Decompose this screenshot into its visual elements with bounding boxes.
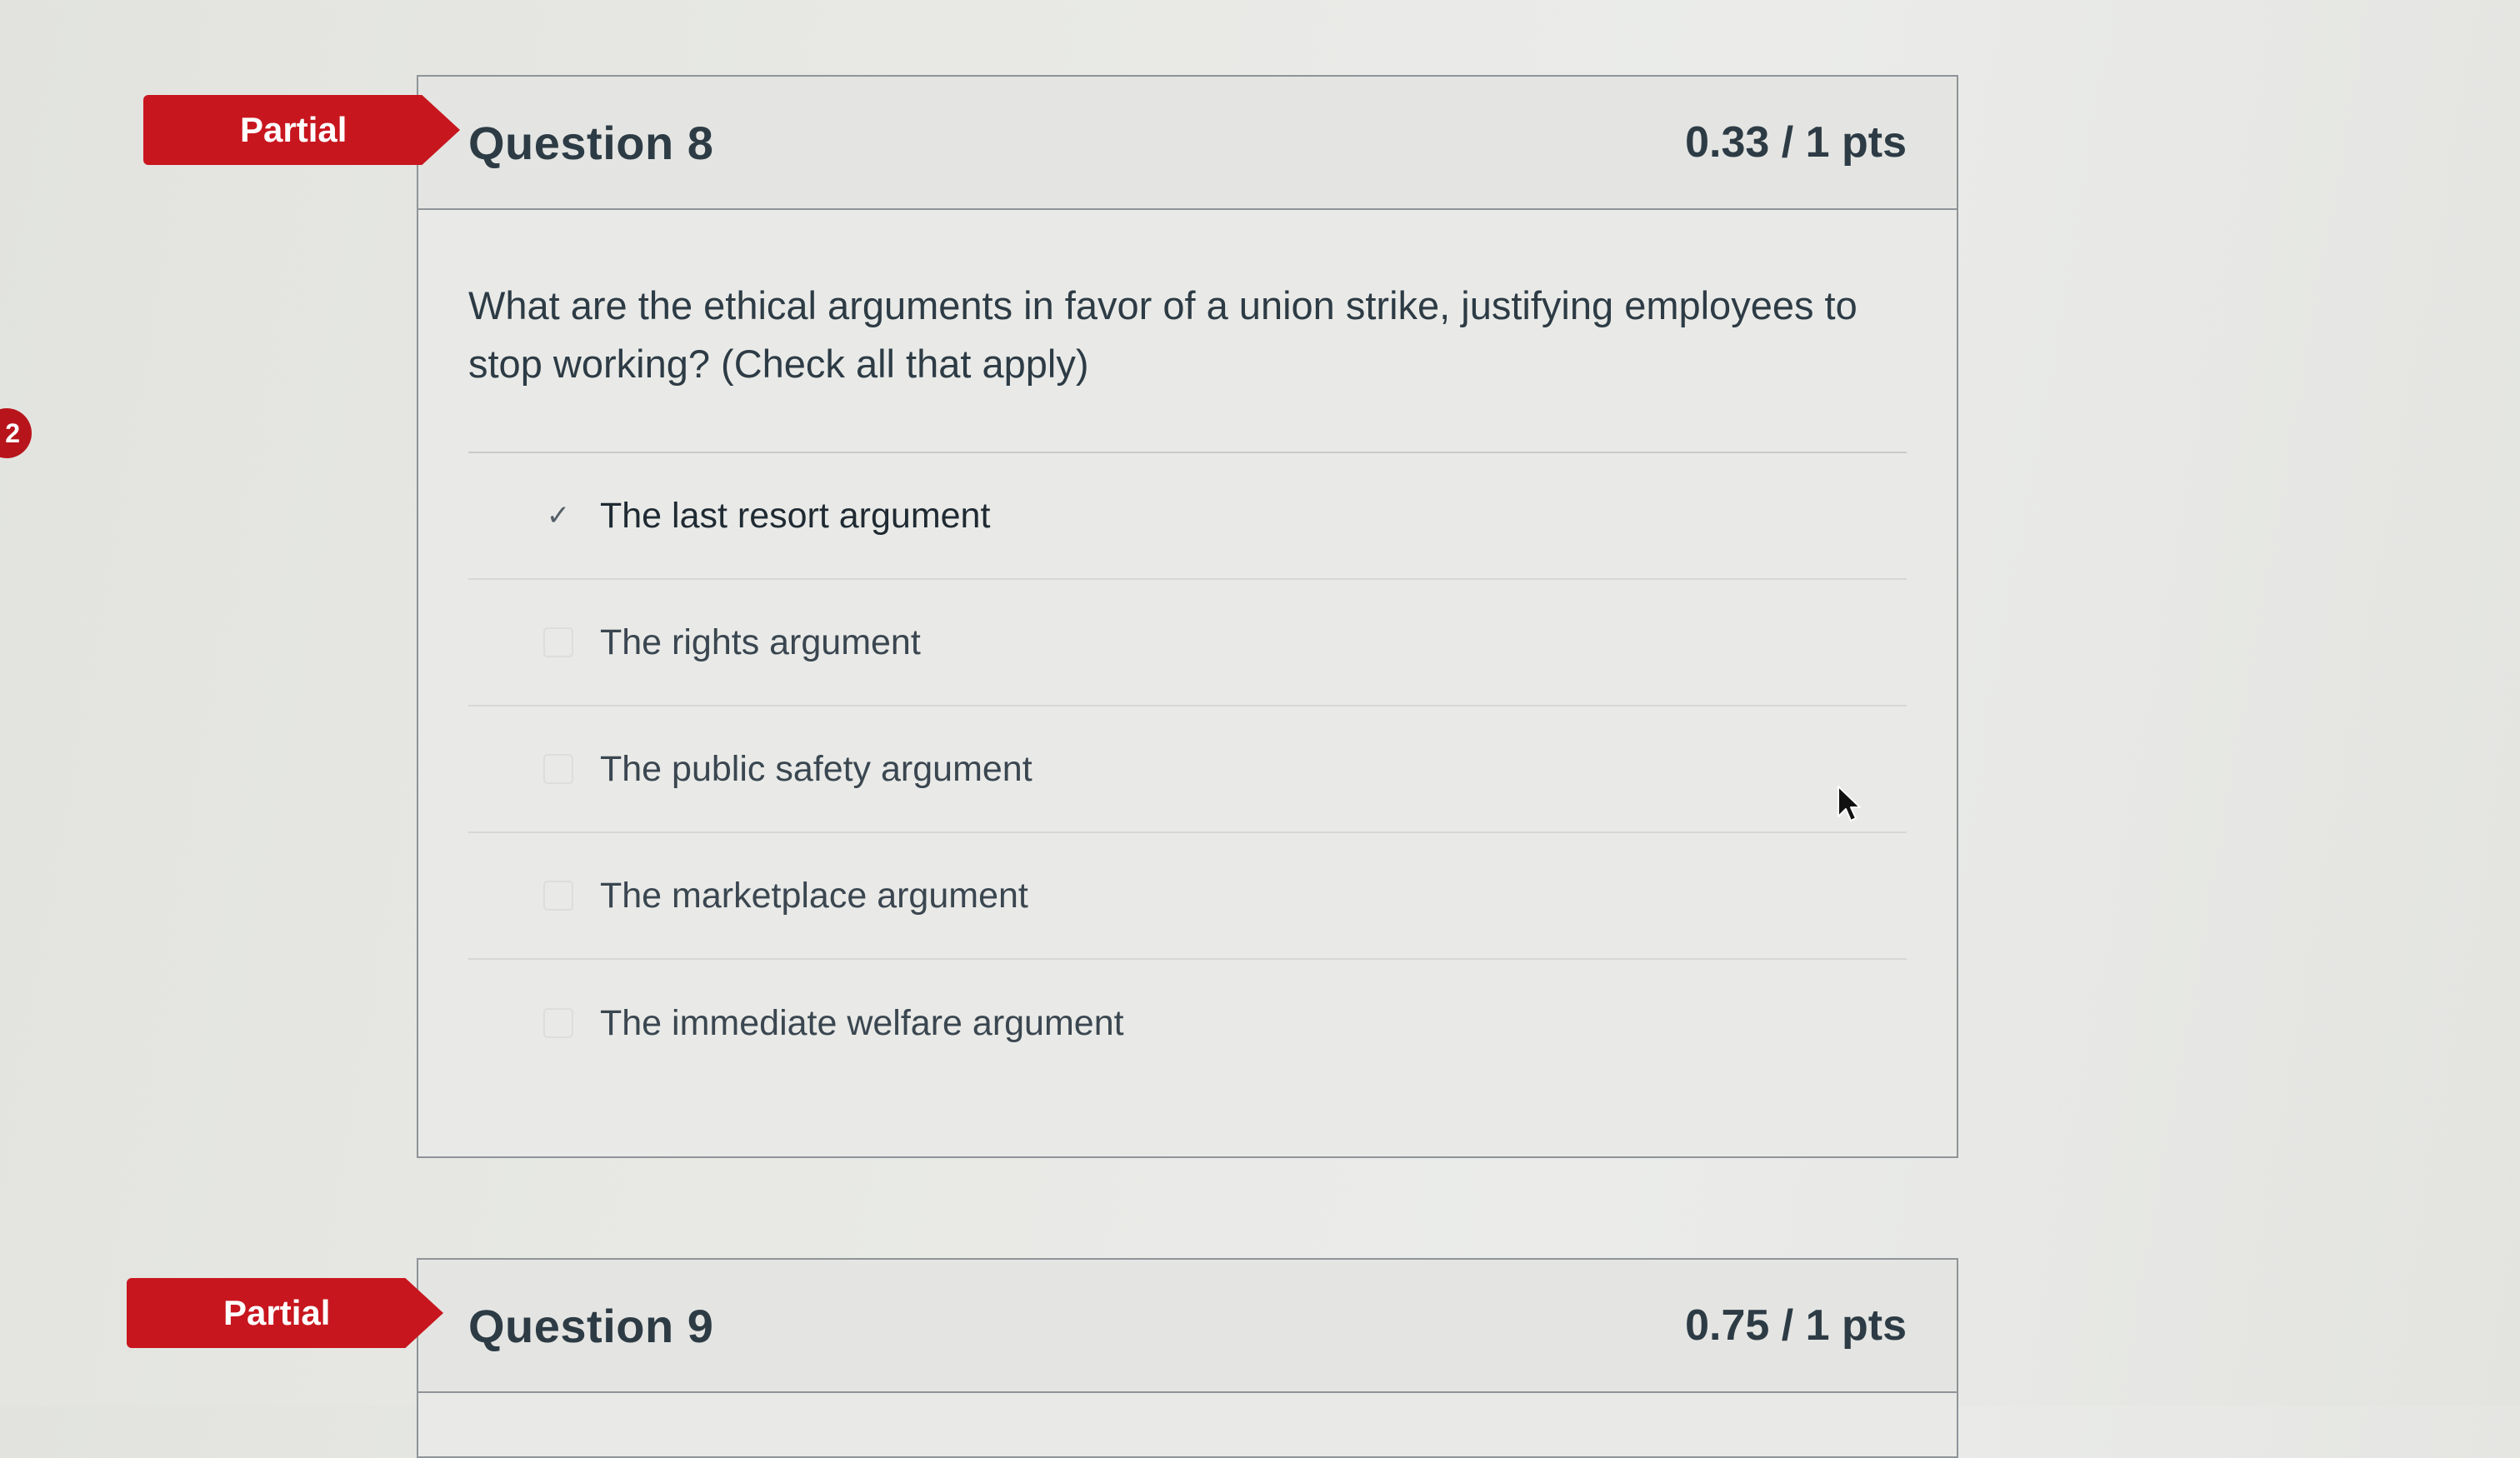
answer-option[interactable]: The immediate welfare argument [468, 960, 1907, 1086]
answer-option[interactable]: The rights argument [468, 580, 1907, 707]
answer-label: The last resort argument [600, 495, 991, 536]
answer-label: The immediate welfare argument [600, 1002, 1124, 1043]
notification-badge[interactable]: 2 [0, 408, 32, 458]
checkbox-icon[interactable] [543, 754, 573, 784]
question-points: 0.33 / 1 pts [1685, 118, 1907, 167]
checkbox-icon[interactable] [543, 627, 573, 657]
question-title: Question 8 [468, 116, 714, 169]
answer-option[interactable]: The marketplace argument [468, 833, 1907, 960]
status-badge-partial: Partial [127, 1278, 443, 1348]
answer-label: The public safety argument [600, 748, 1032, 789]
mouse-cursor-icon [1838, 786, 1861, 821]
question-text: What are the ethical arguments in favor … [468, 283, 1858, 386]
status-badge-partial: Partial [143, 95, 460, 165]
question-card-8: Question 8 0.33 / 1 pts What are the eth… [417, 75, 1958, 1158]
question-header: Question 8 0.33 / 1 pts [418, 77, 1957, 210]
answer-option[interactable]: ✓ The last resort argument [468, 453, 1907, 580]
checkbox-icon[interactable] [543, 1008, 573, 1038]
answer-label: The marketplace argument [600, 875, 1028, 916]
question-body: What are the ethical arguments in favor … [418, 210, 1957, 1086]
checkbox-checked-icon[interactable]: ✓ [543, 501, 573, 531]
answer-list: ✓ The last resort argument The rights ar… [468, 453, 1907, 1086]
question-points: 0.75 / 1 pts [1685, 1301, 1907, 1350]
checkbox-icon[interactable] [543, 881, 573, 911]
notification-count: 2 [5, 417, 20, 448]
question-title: Question 9 [468, 1299, 714, 1352]
question-header: Question 9 0.75 / 1 pts [418, 1260, 1957, 1393]
question-card-9: Question 9 0.75 / 1 pts [417, 1258, 1958, 1458]
answer-label: The rights argument [600, 622, 921, 662]
answer-option[interactable]: The public safety argument [468, 707, 1907, 833]
